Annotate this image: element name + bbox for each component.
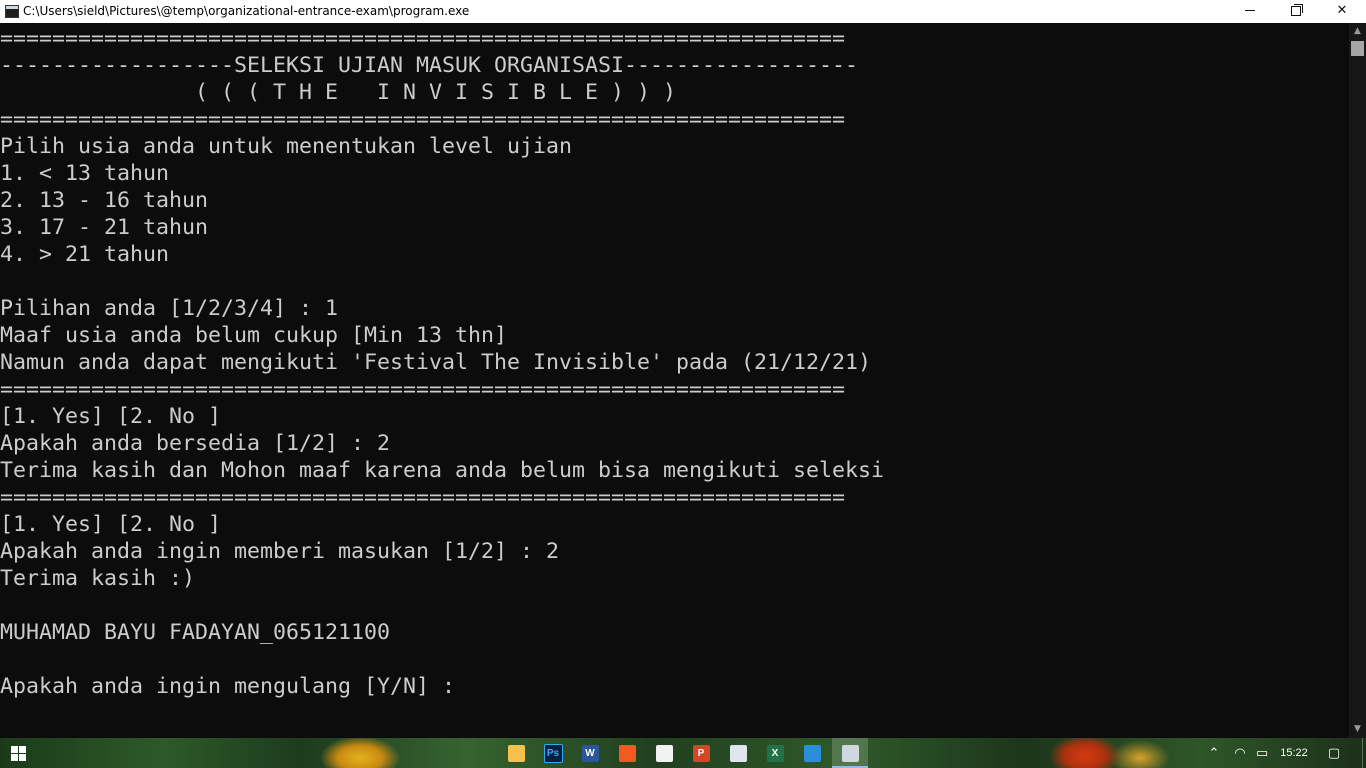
scroll-thumb[interactable]	[1351, 41, 1364, 56]
close-button[interactable]: ✕	[1319, 0, 1365, 23]
console-line: ========================================…	[0, 377, 846, 402]
window-title: C:\Users\sield\Pictures\@temp\organizati…	[23, 4, 470, 18]
excel-icon: X	[766, 744, 784, 762]
console-app-icon	[5, 5, 19, 18]
console-line: ------------------SELEKSI UJIAN MASUK OR…	[0, 53, 859, 78]
console-line: [1. Yes] [2. No ]	[0, 404, 222, 429]
console-line: 1. < 13 tahun	[0, 161, 170, 186]
vertical-scrollbar[interactable]: ▲ ▼	[1349, 23, 1366, 738]
console-line: Apakah anda ingin mengulang [Y/N] :	[0, 674, 456, 699]
console-app-taskbar-button[interactable]	[832, 738, 868, 768]
paint-icon	[729, 744, 747, 762]
windows-start-icon	[10, 745, 26, 761]
console-line: MUHAMAD BAYU FADAYAN_065121100	[0, 620, 391, 645]
console-app-icon	[841, 744, 859, 762]
console-line: [1. Yes] [2. No ]	[0, 512, 222, 537]
paint-taskbar-button[interactable]	[720, 738, 756, 768]
powerpoint-icon: P	[692, 744, 710, 762]
console-line: 3. 17 - 21 tahun	[0, 215, 209, 240]
console-line: Terima kasih dan Mohon maaf karena anda …	[0, 458, 885, 483]
restore-button[interactable]	[1273, 0, 1319, 23]
photoshop-taskbar-button[interactable]: Ps	[535, 738, 571, 768]
store-icon	[655, 744, 673, 762]
console-window[interactable]: C:\Users\sield\Pictures\@temp\organizati…	[0, 0, 1366, 738]
console-output[interactable]: ========================================…	[0, 23, 1349, 738]
word-icon: W	[581, 744, 599, 762]
console-line: Namun anda dapat mengikuti 'Festival The…	[0, 350, 872, 375]
show-desktop-button[interactable]	[1362, 738, 1363, 768]
console-line: Pilihan anda [1/2/3/4] : 1	[0, 296, 339, 321]
console-line: Maaf usia anda belum cukup [Min 13 thn]	[0, 323, 508, 348]
console-line: ========================================…	[0, 485, 846, 510]
vscode-taskbar-button[interactable]	[794, 738, 830, 768]
battery-icon[interactable]: ▭	[1251, 738, 1273, 768]
console-line: ( ( ( T H E I N V I S I B L E ) ) )	[0, 80, 677, 105]
brave-icon	[618, 744, 636, 762]
clock[interactable]: 15:22	[1276, 738, 1312, 768]
wifi-icon[interactable]: ◠	[1229, 738, 1251, 768]
title-bar[interactable]: C:\Users\sield\Pictures\@temp\organizati…	[0, 0, 1366, 23]
console-line: ========================================…	[0, 107, 846, 132]
show-hidden-icons-chevron-icon[interactable]: ⌃	[1203, 738, 1225, 768]
excel-taskbar-button[interactable]: X	[757, 738, 793, 768]
vscode-icon	[803, 744, 821, 762]
brave-taskbar-button[interactable]	[609, 738, 645, 768]
console-line: Terima kasih :)	[0, 566, 196, 591]
minimize-icon	[1245, 10, 1255, 11]
store-taskbar-button[interactable]	[646, 738, 682, 768]
restore-icon	[1291, 3, 1303, 16]
taskbar: Ps W P X ⌃ ◠ ▭ 15:22 ▢	[0, 738, 1366, 768]
scroll-up-arrow-icon[interactable]: ▲	[1349, 23, 1366, 40]
photoshop-icon: Ps	[543, 743, 563, 763]
notification-center-icon[interactable]: ▢	[1322, 738, 1346, 768]
scroll-down-arrow-icon[interactable]: ▼	[1349, 721, 1366, 738]
console-line: 2. 13 - 16 tahun	[0, 188, 209, 213]
console-line: Pilih usia anda untuk menentukan level u…	[0, 134, 573, 159]
file-explorer-icon	[507, 744, 525, 762]
console-line: Apakah anda bersedia [1/2] : 2	[0, 431, 391, 456]
close-icon: ✕	[1336, 3, 1348, 18]
file-explorer-taskbar-button[interactable]	[498, 738, 534, 768]
console-line: ========================================…	[0, 26, 846, 51]
minimize-button[interactable]	[1227, 0, 1273, 23]
console-line: Apakah anda ingin memberi masukan [1/2] …	[0, 539, 560, 564]
word-taskbar-button[interactable]: W	[572, 738, 608, 768]
console-line: 4. > 21 tahun	[0, 242, 170, 267]
start-button[interactable]	[0, 738, 36, 768]
powerpoint-taskbar-button[interactable]: P	[683, 738, 719, 768]
